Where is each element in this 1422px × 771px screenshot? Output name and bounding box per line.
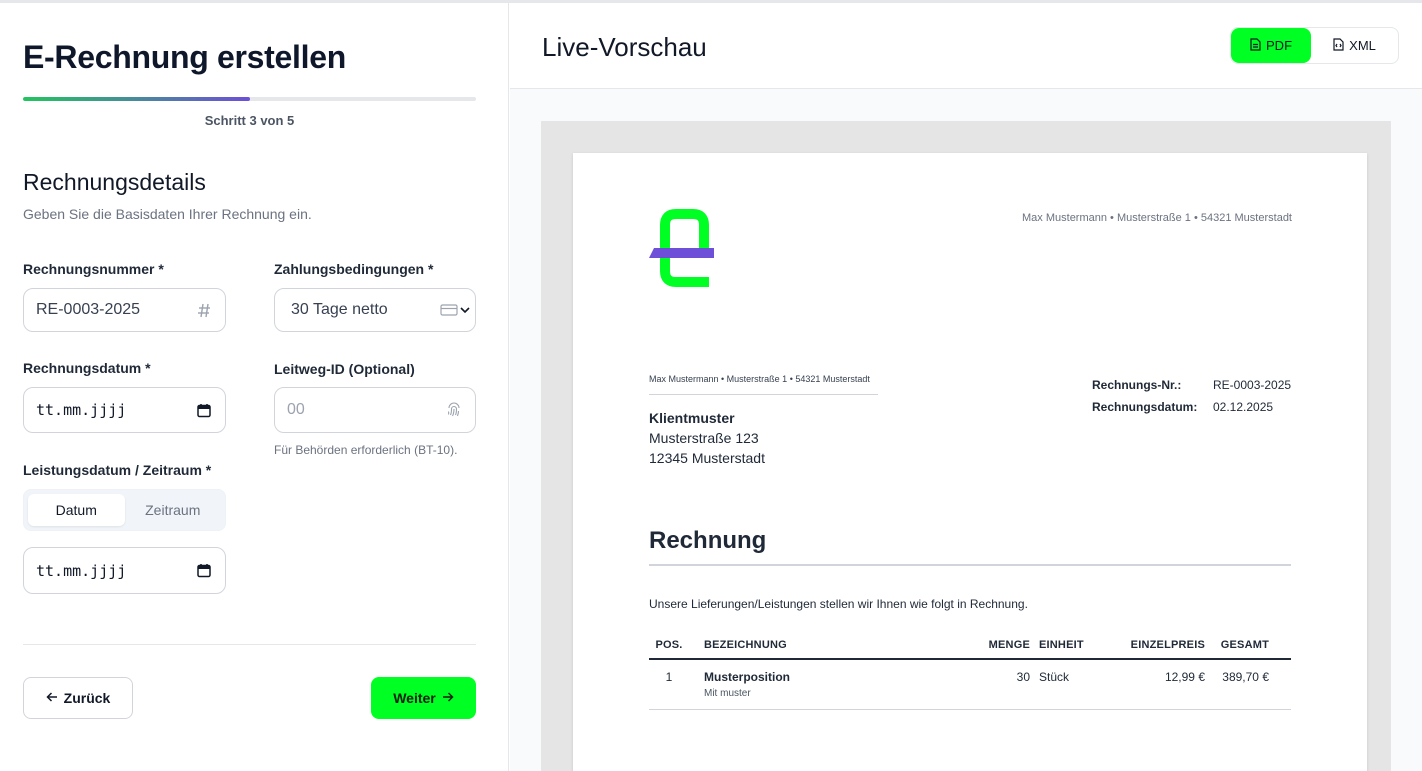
page-title: E-Rechnung erstellen (23, 39, 346, 75)
col-einheit: EINHEIT (1039, 638, 1084, 651)
next-button[interactable]: Weiter (371, 677, 476, 719)
form-divider (23, 644, 476, 645)
meta-row: Rechnungs-Nr.: RE-0003-2025 (1092, 374, 1291, 396)
recipient-street: Musterstraße 123 (649, 430, 759, 446)
item-name: Musterposition (704, 670, 790, 684)
hash-icon (195, 301, 213, 319)
preview-header: Live-Vorschau PDF XML (510, 3, 1422, 89)
invoice-heading: Rechnung (649, 527, 767, 554)
calendar-icon[interactable] (195, 562, 213, 580)
tab-zeitraum[interactable]: Zeitraum (125, 494, 222, 526)
invoice-number-input[interactable]: RE-0003-2025 (23, 288, 226, 332)
leitweg-id-label: Leitweg-ID (Optional) (274, 361, 415, 377)
tab-pdf-label: PDF (1266, 38, 1293, 53)
service-date-placeholder: tt.mm.jjjj (36, 561, 127, 580)
meta-key: Rechnungsdatum: (1092, 400, 1198, 414)
col-pos: POS. (655, 638, 683, 651)
heading-rule (649, 564, 1291, 566)
cell-einzelpreis: 12,99 € (1164, 670, 1205, 684)
payment-terms-select[interactable]: 30 Tage netto (274, 288, 476, 332)
sender-header: Max Mustermann • Musterstraße 1 • 54321 … (1022, 212, 1292, 224)
col-gesamt: GESAMT (1220, 638, 1269, 651)
meta-key: Rechnungs-Nr.: (1092, 378, 1182, 392)
tab-xml-label: XML (1349, 38, 1376, 53)
cell-bezeichnung: Musterposition Mit muster (689, 670, 929, 709)
service-date-input[interactable]: tt.mm.jjjj (23, 547, 226, 594)
section-subtitle: Geben Sie die Basisdaten Ihrer Rechnung … (23, 206, 312, 222)
service-date-mode-toggle: Datum Zeitraum (23, 489, 226, 531)
back-button-label: Zurück (63, 690, 111, 706)
invoice-intro: Unsere Lieferungen/Leistungen stellen wi… (649, 597, 1028, 611)
cell-menge: 30 (1016, 670, 1030, 684)
payment-terms-label: Zahlungsbedingungen * (274, 261, 434, 277)
file-code-icon (1333, 37, 1344, 54)
arrow-right-icon (442, 690, 454, 706)
meta-value: 02.12.2025 (1213, 400, 1274, 414)
invoice-meta: Rechnungs-Nr.: RE-0003-2025 Rechnungsdat… (1092, 374, 1291, 418)
invoice-number-label: Rechnungsnummer * (23, 261, 164, 277)
format-toggle: PDF XML (1230, 27, 1399, 64)
fingerprint-icon (445, 401, 463, 419)
back-button[interactable]: Zurück (23, 677, 133, 719)
progress-bar (23, 97, 476, 101)
table-header: POS. BEZEICHNUNG MENGE EINHEIT EINZELPRE… (649, 631, 1291, 660)
next-button-label: Weiter (393, 690, 436, 706)
sender-rule (649, 394, 878, 395)
logo-icon (649, 209, 719, 287)
sender-return-line: Max Mustermann • Musterstraße 1 • 54321 … (649, 374, 870, 384)
preview-panel: Live-Vorschau PDF XML Max Mustermann • M… (510, 3, 1422, 771)
meta-value: RE-0003-2025 (1213, 378, 1292, 392)
section-title: Rechnungsdetails (23, 169, 206, 195)
invoice-number-value: RE-0003-2025 (36, 301, 141, 318)
preview-title: Live-Vorschau (542, 32, 707, 62)
invoice-date-input[interactable]: tt.mm.jjjj (23, 387, 226, 433)
invoice-date-label: Rechnungsdatum * (23, 360, 151, 376)
service-date-label: Leistungsdatum / Zeitraum * (23, 462, 212, 478)
file-text-icon (1250, 37, 1261, 54)
meta-row: Rechnungsdatum: 02.12.2025 (1092, 396, 1291, 418)
item-description: Mit muster (704, 688, 751, 699)
col-bezeichnung: BEZEICHNUNG (704, 638, 787, 651)
preview-canvas[interactable]: Max Mustermann • Musterstraße 1 • 54321 … (541, 121, 1391, 771)
recipient-city: 12345 Musterstadt (649, 450, 765, 466)
items-table: POS. BEZEICHNUNG MENGE EINHEIT EINZELPRE… (649, 631, 1291, 710)
col-einzelpreis: EINZELPREIS (1130, 638, 1205, 651)
col-menge: MENGE (988, 638, 1030, 651)
cell-einheit: Stück (1039, 670, 1070, 684)
arrow-left-icon (46, 690, 58, 706)
leitweg-id-hint: Für Behörden erforderlich (BT-10). (274, 443, 458, 457)
calendar-icon[interactable] (195, 401, 213, 419)
invoice-document: Max Mustermann • Musterstraße 1 • 54321 … (573, 153, 1367, 771)
step-indicator: Schritt 3 von 5 (204, 113, 295, 128)
credit-card-icon (439, 301, 459, 319)
invoice-date-placeholder: tt.mm.jjjj (36, 401, 127, 419)
progress-fill (23, 97, 250, 101)
chevron-down-icon (459, 301, 471, 319)
leitweg-id-placeholder: 00 (287, 401, 305, 418)
recipient-name: Klientmuster (649, 410, 735, 426)
recipient-address: Klientmuster Musterstraße 123 12345 Must… (649, 408, 765, 468)
form-panel: E-Rechnung erstellen Schritt 3 von 5 Rec… (0, 3, 509, 771)
cell-pos: 1 (665, 670, 673, 684)
tab-pdf[interactable]: PDF (1231, 28, 1312, 63)
payment-terms-value: 30 Tage netto (291, 301, 388, 318)
tab-datum[interactable]: Datum (28, 494, 125, 526)
leitweg-id-input[interactable]: 00 (274, 387, 476, 433)
cell-gesamt: 389,70 € (1222, 670, 1269, 684)
table-row: 1 Musterposition Mit muster 30 Stück 12,… (649, 660, 1291, 710)
tab-xml[interactable]: XML (1311, 28, 1398, 63)
